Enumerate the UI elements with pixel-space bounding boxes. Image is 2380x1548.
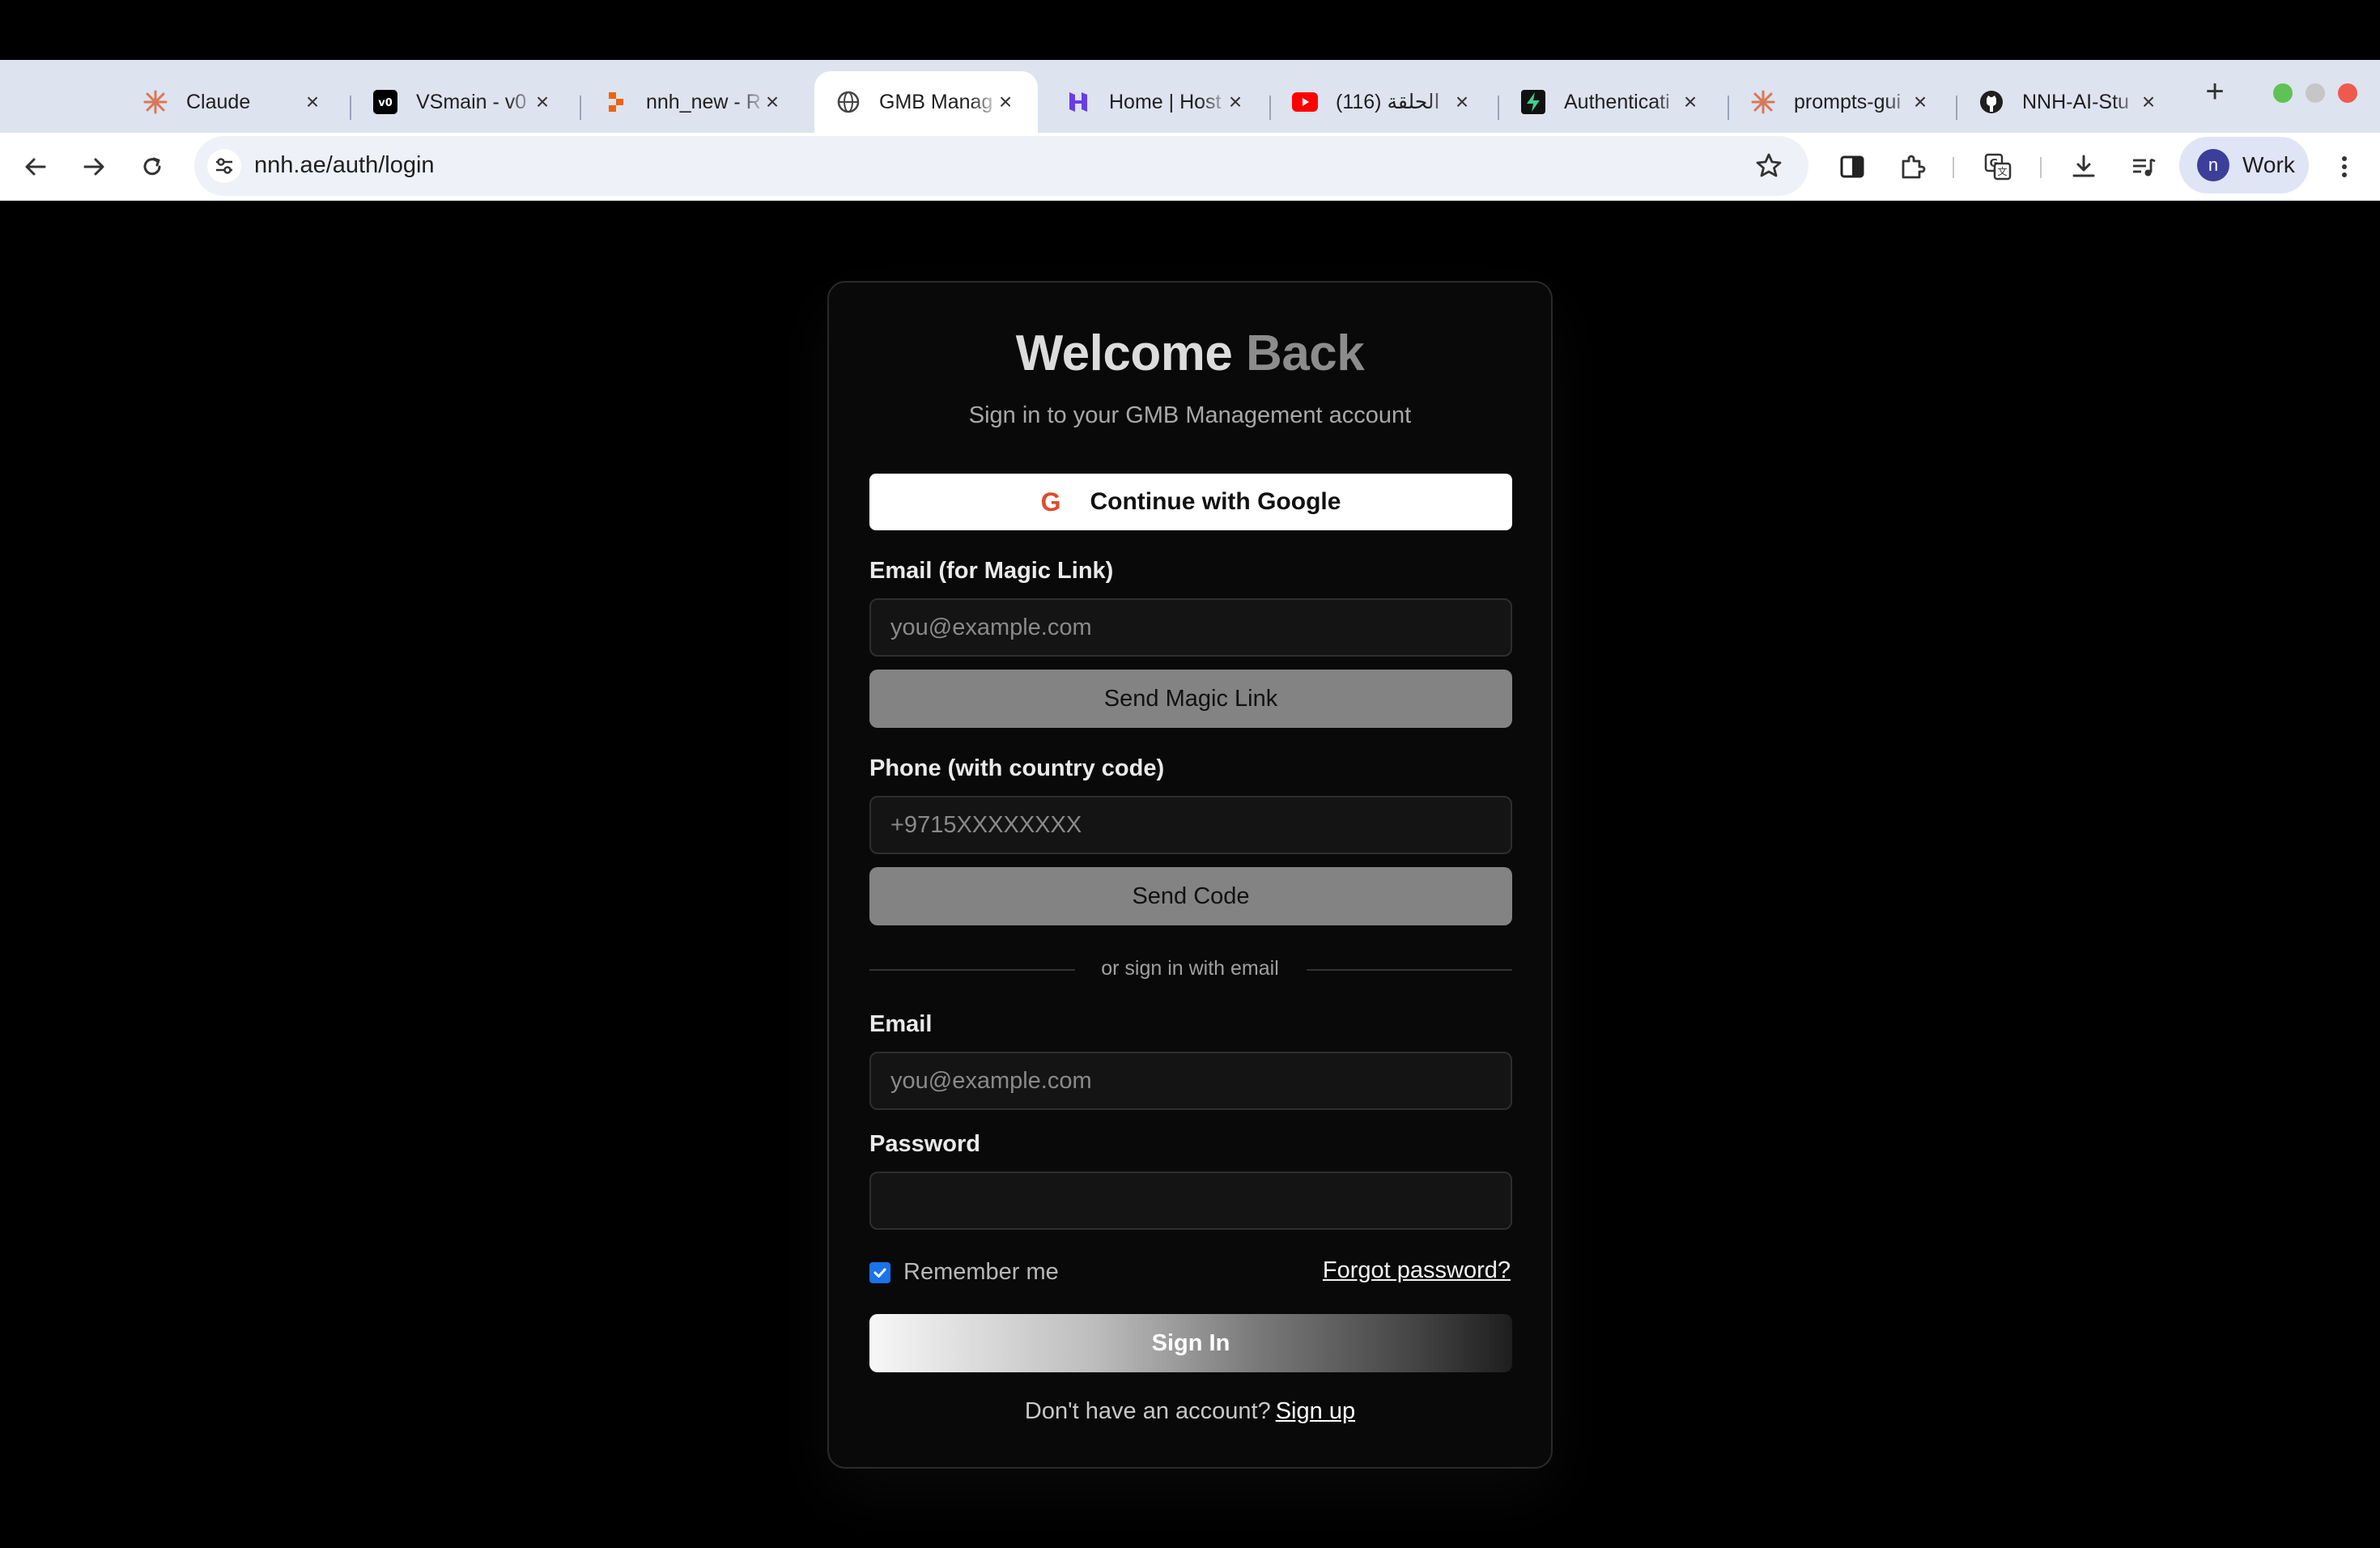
- remember-me-checkbox[interactable]: [869, 1261, 890, 1283]
- page-subtitle: Sign in to your GMB Management account: [968, 402, 1412, 428]
- tab-vsmain[interactable]: v0 VSmain - v0 ×: [351, 71, 575, 133]
- v0-icon: v0: [372, 89, 398, 115]
- email-input[interactable]: [869, 1052, 1512, 1110]
- close-tab-icon[interactable]: ×: [1449, 89, 1475, 115]
- tab-title: Claude: [186, 90, 251, 113]
- tab-authentication[interactable]: Authenticati ×: [1499, 71, 1723, 133]
- reload-icon[interactable]: [133, 147, 172, 186]
- download-icon[interactable]: [2066, 149, 2102, 185]
- tab-title: Home | Host: [1109, 90, 1222, 113]
- close-tab-icon[interactable]: ×: [759, 89, 785, 115]
- email-label: Email: [869, 1011, 933, 1037]
- tab-youtube[interactable]: (116) الحلقة ×: [1271, 71, 1494, 133]
- login-card: Welcome Back Sign in to your GMB Managem…: [827, 281, 1553, 1469]
- profile-name: Work: [2242, 152, 2295, 177]
- address-bar[interactable]: nnh.ae/auth/login: [194, 136, 1808, 196]
- close-tab-icon[interactable]: ×: [1907, 89, 1933, 115]
- send-code-button[interactable]: Send Code: [869, 867, 1512, 925]
- media-control-icon[interactable]: [2126, 149, 2161, 185]
- google-button-label: Continue with Google: [1090, 488, 1341, 515]
- google-icon: G: [1040, 487, 1061, 517]
- magic-link-email-label: Email (for Magic Link): [869, 558, 1114, 584]
- window-top-bar: [0, 0, 2380, 60]
- forgot-password-link[interactable]: Forgot password?: [1323, 1257, 1511, 1284]
- globe-icon: [835, 89, 861, 115]
- tab-title: VSmain - v0: [416, 90, 527, 113]
- sign-up-link[interactable]: Sign up: [1276, 1398, 1355, 1424]
- claude-icon: [1750, 89, 1776, 115]
- title-word-2: Back: [1246, 325, 1365, 381]
- svg-text:文: 文: [1997, 165, 2007, 177]
- close-tab-icon[interactable]: ×: [1677, 89, 1703, 115]
- maximize-icon[interactable]: [2273, 83, 2293, 103]
- send-magic-link-button[interactable]: Send Magic Link: [869, 670, 1512, 728]
- phone-input[interactable]: [869, 796, 1512, 854]
- close-window-icon[interactable]: [2338, 83, 2357, 103]
- tab-title: Authenticati: [1564, 90, 1670, 113]
- supabase-icon: [1520, 89, 1546, 115]
- toolbar-separator: [2040, 157, 2042, 178]
- translate-icon[interactable]: G文: [1980, 149, 2016, 185]
- site-settings-icon[interactable]: [207, 149, 241, 183]
- remember-me-row[interactable]: Remember me: [869, 1259, 1059, 1286]
- claude-icon: [142, 89, 168, 115]
- tab-github[interactable]: NNH-AI-Stu ×: [1957, 71, 2181, 133]
- side-panel-icon[interactable]: [1834, 149, 1870, 185]
- phone-label: Phone (with country code): [869, 755, 1165, 781]
- password-input[interactable]: [869, 1172, 1512, 1230]
- back-icon[interactable]: [16, 147, 55, 186]
- magic-link-email-input[interactable]: [869, 598, 1512, 657]
- profile-button[interactable]: n Work: [2179, 137, 2309, 194]
- tab-gmb-management[interactable]: GMB Manag ×: [814, 71, 1038, 133]
- divider-line-right: [1307, 969, 1512, 971]
- close-tab-icon[interactable]: ×: [300, 89, 325, 115]
- title-word-1: Welcome: [1015, 325, 1233, 381]
- extensions-icon[interactable]: [1894, 149, 1930, 185]
- password-label: Password: [869, 1131, 980, 1157]
- github-icon: [1978, 89, 2004, 115]
- more-menu-icon[interactable]: [2327, 149, 2362, 185]
- close-tab-icon[interactable]: ×: [992, 89, 1018, 115]
- page-title: Welcome Back: [829, 325, 1551, 382]
- hostinger-icon: [1065, 89, 1091, 115]
- sign-in-button[interactable]: Sign In: [869, 1314, 1512, 1372]
- tab-title: (116) الحلقة: [1336, 91, 1440, 113]
- browser-toolbar: nnh.ae/auth/login G文 n Work: [0, 133, 2380, 201]
- signup-row: Don't have an account? Sign up: [829, 1398, 1551, 1425]
- tab-title: nnh_new - R: [646, 90, 761, 113]
- tab-title: GMB Manag: [879, 90, 993, 113]
- tab-claude[interactable]: Claude ×: [121, 71, 345, 133]
- replit-icon: [602, 89, 628, 115]
- tab-strip: Claude × v0 VSmain - v0 × nnh_new - R × …: [0, 60, 2380, 133]
- url-text: nnh.ae/auth/login: [254, 152, 435, 178]
- new-tab-button[interactable]: +: [2199, 75, 2231, 108]
- tab-title: NNH-AI-Stu: [2022, 90, 2129, 113]
- tab-title: prompts-gui: [1794, 90, 1901, 113]
- bookmark-star-icon[interactable]: [1753, 151, 1784, 181]
- avatar: n: [2197, 149, 2229, 181]
- continue-with-google-button[interactable]: G Continue with Google: [869, 474, 1512, 530]
- tab-nnh-new[interactable]: nnh_new - R ×: [581, 71, 805, 133]
- svg-text:v0: v0: [378, 97, 393, 109]
- toolbar-separator: [1953, 157, 1954, 178]
- no-account-text: Don't have an account?: [1024, 1398, 1271, 1424]
- minimize-icon[interactable]: [2306, 83, 2325, 103]
- tab-hostinger[interactable]: Home | Host ×: [1044, 71, 1268, 133]
- forward-icon[interactable]: [74, 147, 113, 186]
- tab-prompts-guide[interactable]: prompts-gui ×: [1729, 71, 1953, 133]
- close-tab-icon[interactable]: ×: [529, 89, 555, 115]
- close-tab-icon[interactable]: ×: [2136, 89, 2161, 115]
- remember-me-label: Remember me: [903, 1259, 1059, 1285]
- youtube-icon: [1292, 89, 1318, 115]
- close-tab-icon[interactable]: ×: [1222, 89, 1248, 115]
